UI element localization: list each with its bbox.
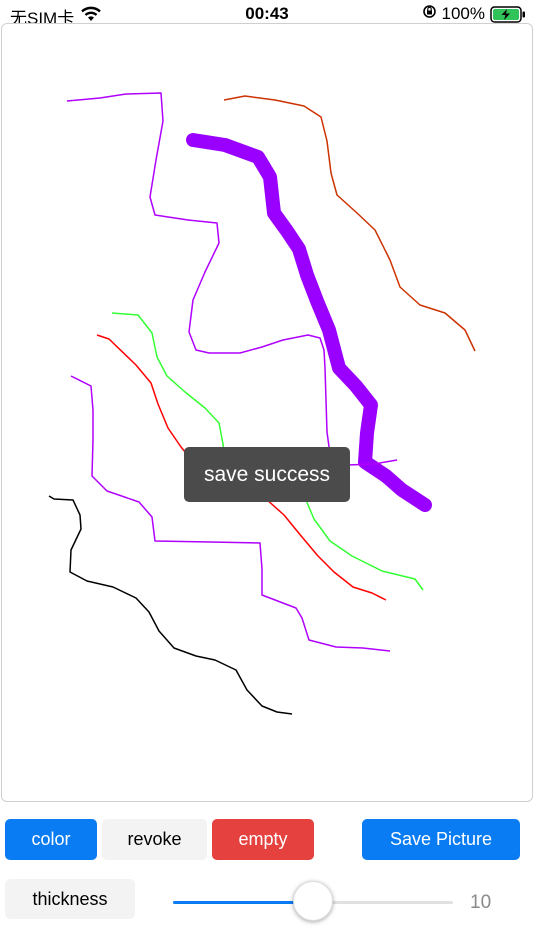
save-picture-button[interactable]: Save Picture <box>362 819 520 860</box>
color-button[interactable]: color <box>5 819 97 860</box>
thickness-button[interactable]: thickness <box>5 879 135 919</box>
stroke-purple-thin-2 <box>70 375 391 652</box>
slider-fill <box>173 901 313 904</box>
stroke-orange <box>223 95 476 352</box>
revoke-button[interactable]: revoke <box>102 819 207 860</box>
stroke-black <box>48 495 293 715</box>
slider-value: 10 <box>470 892 492 913</box>
toast-message: save success <box>184 447 350 502</box>
thickness-slider[interactable] <box>173 880 453 924</box>
empty-button[interactable]: empty <box>212 819 314 860</box>
slider-thumb[interactable] <box>293 881 333 921</box>
